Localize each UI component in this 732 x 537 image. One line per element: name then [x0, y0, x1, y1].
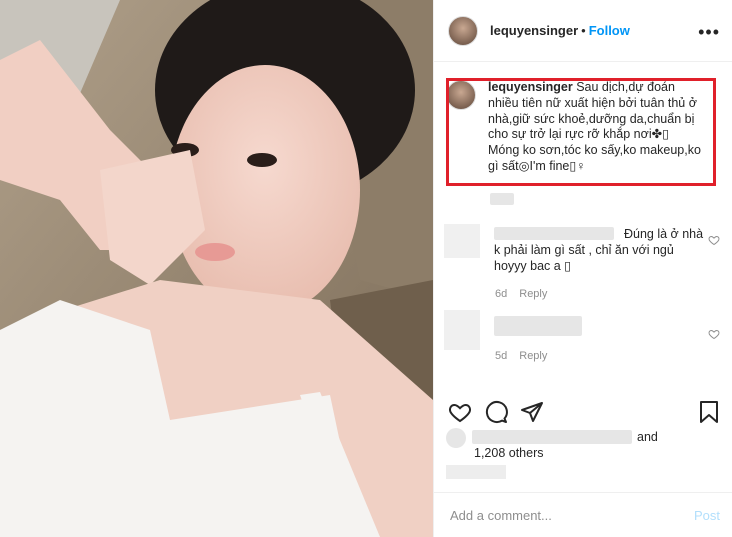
author-avatar[interactable] — [448, 15, 478, 46]
commenter-avatar-redacted[interactable] — [444, 224, 480, 258]
add-comment-bar: Post — [434, 492, 732, 537]
caption-avatar[interactable] — [446, 80, 476, 110]
likes-and-text: and — [637, 430, 658, 444]
comment-like-icon[interactable] — [708, 328, 720, 340]
author-username[interactable]: lequyensinger — [490, 23, 578, 38]
selfie-image — [0, 0, 433, 537]
comment-meta: 5d Reply — [495, 350, 559, 362]
more-options-icon[interactable]: ••• — [698, 22, 720, 43]
commenter-avatar-redacted[interactable] — [444, 310, 480, 350]
share-icon[interactable] — [520, 400, 544, 424]
follow-button[interactable]: Follow — [589, 23, 630, 38]
comment-age: 6d — [495, 288, 508, 300]
post-comment-button[interactable]: Post — [694, 508, 720, 523]
comment-content-redacted — [494, 316, 582, 336]
post-side-panel: lequyensinger • Follow ••• lequyensinger… — [433, 0, 732, 537]
separator-dot: • — [581, 23, 586, 38]
caption-username[interactable]: lequyensinger — [488, 80, 573, 94]
reply-button[interactable]: Reply — [519, 350, 547, 362]
comment-icon[interactable] — [484, 400, 508, 424]
reply-button[interactable]: Reply — [519, 288, 547, 300]
post-photo[interactable] — [0, 0, 433, 537]
post-actions — [434, 394, 732, 428]
post-header: lequyensinger • Follow ••• — [434, 0, 732, 62]
liker-name-redacted[interactable] — [472, 430, 632, 444]
post-date-redacted — [446, 465, 506, 479]
comment-like-icon[interactable] — [708, 234, 720, 246]
comment-item: Đúng là ở nhà k phải làm gì sất , chỉ ăn… — [444, 224, 726, 304]
redacted-timestamp — [490, 193, 514, 205]
likes-count[interactable]: 1,208 others — [474, 446, 544, 460]
comment-age: 5d — [495, 350, 508, 362]
liker-avatar-redacted — [446, 428, 466, 448]
comment-text: Đúng là ở nhà k phải làm gì sất , chỉ ăn… — [494, 227, 704, 273]
comment-meta: 6d Reply — [495, 288, 559, 300]
caption-text: lequyensinger Sau dịch,dự đoán nhiều tiê… — [488, 80, 702, 175]
comment-input[interactable] — [448, 506, 672, 524]
comment-item: 5d Reply — [444, 310, 726, 370]
heart-icon[interactable] — [448, 400, 472, 424]
bookmark-icon[interactable] — [698, 400, 720, 424]
post-caption: lequyensinger Sau dịch,dự đoán nhiều tiê… — [446, 80, 716, 175]
